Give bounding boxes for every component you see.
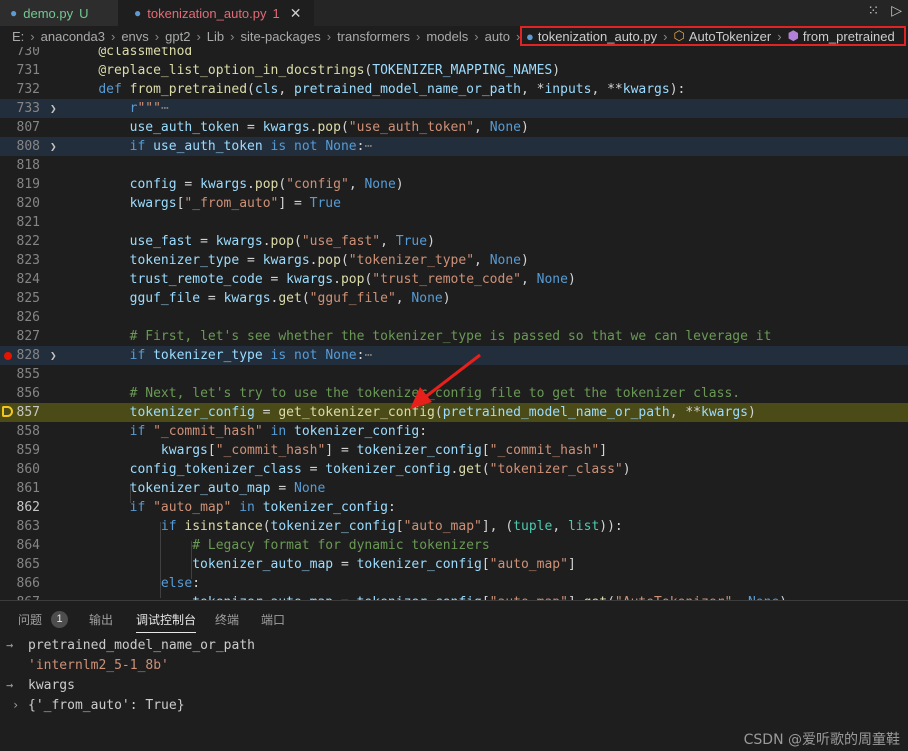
- untracked-marker: U: [79, 5, 89, 21]
- python-file-icon: ●: [526, 28, 534, 44]
- close-icon[interactable]: ✕: [290, 5, 302, 22]
- breadcrumb-file[interactable]: tokenization_auto.py: [538, 29, 657, 44]
- annotation-arrow-head: [410, 387, 432, 409]
- tab-output[interactable]: 输出: [89, 611, 113, 628]
- console-output[interactable]: 'internlm2_5-1_8b': [28, 658, 169, 673]
- annotation-arrow-shaft: [423, 353, 481, 400]
- breadcrumb-item[interactable]: site-packages: [241, 29, 321, 44]
- input-prompt-icon: →: [6, 678, 14, 692]
- tab-label: tokenization_auto.py: [147, 5, 267, 21]
- tab-tokenization-auto-py[interactable]: ● tokenization_auto.py 1 ✕: [118, 0, 314, 26]
- method-icon: ⬢: [787, 28, 799, 43]
- tab-demo-py[interactable]: ● demo.py U: [0, 0, 118, 26]
- problem-count-marker: 1: [272, 5, 280, 21]
- editor-actions: ⁙ ▷: [867, 3, 902, 19]
- class-icon: ⬡: [673, 28, 685, 43]
- breadcrumb-item[interactable]: models: [426, 29, 468, 44]
- console-input: pretrained_model_name_or_path: [28, 638, 255, 653]
- annotation-arrow: [410, 353, 481, 409]
- tab-terminal[interactable]: 终端: [215, 611, 239, 628]
- tab-debug-console[interactable]: 调试控制台: [136, 611, 197, 633]
- breadcrumb-item[interactable]: transformers: [337, 29, 410, 44]
- python-file-icon: ●: [10, 6, 18, 20]
- more-actions-icon[interactable]: ⁙: [867, 3, 879, 19]
- tab-label: demo.py: [23, 5, 74, 21]
- panel-tabs: 问题 1 输出 调试控制台 终端 端口: [0, 601, 908, 633]
- breadcrumb-item[interactable]: anaconda3: [41, 29, 105, 44]
- breadcrumb-item[interactable]: envs: [121, 29, 148, 44]
- console-output[interactable]: {'_from_auto': True}: [28, 698, 185, 713]
- input-prompt-icon: →: [6, 638, 14, 652]
- tab-bar: ● demo.py U ● tokenization_auto.py 1 ✕ ⁙…: [0, 0, 908, 26]
- breadcrumb-method[interactable]: from_pretrained: [803, 29, 895, 44]
- breadcrumb: E: › anaconda3 › envs › gpt2 › Lib › site-pac…: [0, 26, 908, 47]
- problems-count-badge: 1: [51, 611, 68, 628]
- breadcrumb-item[interactable]: Lib: [207, 29, 224, 44]
- code-editor[interactable]: 730 @classmethod 731 @replace_list_optio…: [0, 47, 908, 600]
- python-file-icon: ●: [134, 6, 142, 20]
- breadcrumb-class[interactable]: AutoTokenizer: [689, 29, 771, 44]
- breadcrumb-item[interactable]: gpt2: [165, 29, 190, 44]
- watermark: CSDN @爱听歌的周童鞋: [743, 732, 900, 748]
- breadcrumb-item[interactable]: E:: [12, 29, 24, 44]
- console-input: kwargs: [28, 678, 75, 693]
- breadcrumb-highlight-box: ● tokenization_auto.py › ⬡ AutoTokenizer ›…: [520, 26, 906, 46]
- expand-chevron-icon[interactable]: ›: [12, 698, 19, 712]
- run-debug-icon[interactable]: ▷: [891, 3, 902, 19]
- tab-ports[interactable]: 端口: [261, 611, 285, 628]
- tab-problems[interactable]: 问题: [18, 611, 42, 628]
- breadcrumb-item[interactable]: auto: [485, 29, 510, 44]
